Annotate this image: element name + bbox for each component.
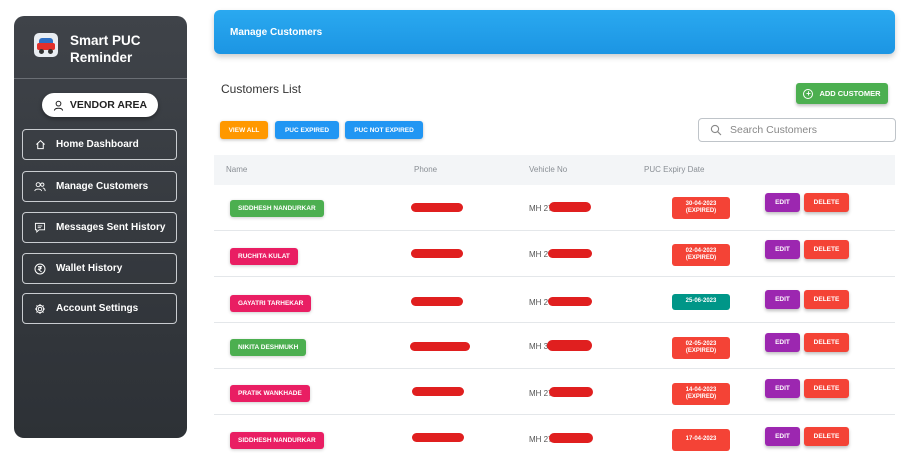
table-header: Name Phone Vehicle No PUC Expiry Date xyxy=(214,155,895,185)
sidebar-item-wallet-history[interactable]: Wallet History xyxy=(22,253,177,284)
delete-button[interactable]: DELETE xyxy=(804,193,849,212)
edit-button[interactable]: EDIT xyxy=(765,240,800,259)
brand[interactable]: Smart PUC Reminder xyxy=(14,16,187,78)
redacted-phone xyxy=(411,297,463,306)
sidebar-item-label: Home Dashboard xyxy=(56,139,139,150)
search-icon xyxy=(710,124,722,136)
page-title: Manage Customers xyxy=(230,27,323,38)
puc-expiry-badge: 25-06-2023 xyxy=(672,294,730,310)
redacted-phone xyxy=(411,203,463,212)
customer-name-badge[interactable]: NIKITA DESHMUKH xyxy=(230,339,307,356)
table-row: GAYATRI TARHEKAR MH 27 25-06-2023 EDIT D… xyxy=(214,277,895,323)
customers-list-title: Customers List xyxy=(221,82,302,96)
filter-view-all-button[interactable]: VIEW ALL xyxy=(220,121,268,139)
puc-expiry-badge: 17-04-2023 xyxy=(672,429,730,451)
customers-table: Name Phone Vehicle No PUC Expiry Date SI… xyxy=(214,155,895,451)
sidebar-item-label: Account Settings xyxy=(56,303,139,314)
table-row: NIKITA DESHMUKH MH 37 02-05-2023 (EXPIRE… xyxy=(214,323,895,369)
customer-name-badge[interactable]: SIDDHESH NANDURKAR xyxy=(230,432,324,449)
sidebar-item-label: Wallet History xyxy=(56,263,123,274)
table-row: RUCHITA KULAT MH 27 02-04-2023 (EXPIRED)… xyxy=(214,231,895,277)
customer-name-badge[interactable]: GAYATRI TARHEKAR xyxy=(230,295,312,312)
delete-button[interactable]: DELETE xyxy=(804,379,849,398)
users-icon xyxy=(34,181,46,193)
column-header-vehicle-no: Vehicle No xyxy=(529,165,568,174)
sidebar-item-messages-sent-history[interactable]: Messages Sent History xyxy=(22,212,177,243)
table-row: PRATIK WANKHADE MH 27 14-04-2023 (EXPIRE… xyxy=(214,369,895,415)
sidebar-item-label: Messages Sent History xyxy=(56,222,166,233)
customer-name-badge[interactable]: PRATIK WANKHADE xyxy=(230,385,310,402)
redacted-vehicle xyxy=(548,249,592,258)
rupee-icon xyxy=(34,263,46,275)
vendor-area-label: VENDOR AREA xyxy=(69,99,148,111)
user-icon xyxy=(53,100,64,111)
puc-expiry-badge: 30-04-2023 (EXPIRED) xyxy=(672,197,730,219)
brand-title-line2: Reminder xyxy=(70,50,133,65)
redacted-vehicle xyxy=(549,433,593,443)
brand-title-line1: Smart PUC xyxy=(70,33,141,48)
page-header: Manage Customers xyxy=(214,10,895,54)
redacted-vehicle xyxy=(548,297,592,306)
expiry-date: 14-04-2023 xyxy=(685,386,717,393)
expiry-status: (EXPIRED) xyxy=(685,348,717,354)
message-icon xyxy=(34,222,46,234)
delete-button[interactable]: DELETE xyxy=(804,290,849,309)
sidebar-item-account-settings[interactable]: Account Settings xyxy=(22,293,177,324)
expiry-date: 02-05-2023 xyxy=(685,340,717,347)
redacted-phone xyxy=(411,249,463,258)
expiry-status: (EXPIRED) xyxy=(685,394,717,400)
redacted-vehicle xyxy=(547,340,592,351)
edit-button[interactable]: EDIT xyxy=(765,379,800,398)
delete-button[interactable]: DELETE xyxy=(804,240,849,259)
redacted-phone xyxy=(412,387,464,396)
vendor-area-button[interactable]: VENDOR AREA xyxy=(42,93,158,117)
edit-button[interactable]: EDIT xyxy=(765,290,800,309)
search-box[interactable] xyxy=(698,118,896,142)
edit-button[interactable]: EDIT xyxy=(765,193,800,212)
plus-circle-icon: + xyxy=(803,88,814,99)
car-icon xyxy=(34,33,58,57)
filter-puc-not-expired-button[interactable]: PUC NOT EXPIRED xyxy=(345,121,423,139)
redacted-phone xyxy=(412,433,464,442)
expiry-date: 17-04-2023 xyxy=(685,436,717,443)
filter-puc-expired-button[interactable]: PUC EXPIRED xyxy=(275,121,339,139)
redacted-vehicle xyxy=(549,202,591,212)
home-icon xyxy=(34,139,46,151)
puc-expiry-badge: 14-04-2023 (EXPIRED) xyxy=(672,383,730,405)
edit-button[interactable]: EDIT xyxy=(765,333,800,352)
puc-expiry-badge: 02-05-2023 (EXPIRED) xyxy=(672,337,730,359)
table-row: SIDDHESH NANDURKAR MH 27 17-04-2023 EDIT… xyxy=(214,415,895,461)
expiry-date: 25-06-2023 xyxy=(685,298,717,305)
column-header-puc-expiry-date: PUC Expiry Date xyxy=(644,165,705,174)
gear-icon xyxy=(34,303,46,315)
sidebar: Smart PUC Reminder VENDOR AREA Home Dash… xyxy=(14,16,187,438)
search-input[interactable] xyxy=(730,124,880,136)
column-header-phone: Phone xyxy=(414,165,438,174)
redacted-phone xyxy=(410,342,470,351)
delete-button[interactable]: DELETE xyxy=(804,427,849,446)
brand-title: Smart PUC Reminder xyxy=(70,32,141,66)
expiry-date: 30-04-2023 xyxy=(685,200,717,207)
sidebar-item-label: Manage Customers xyxy=(56,181,149,192)
sidebar-divider xyxy=(14,78,187,79)
add-customer-label: ADD CUSTOMER xyxy=(819,89,881,98)
sidebar-item-home-dashboard[interactable]: Home Dashboard xyxy=(22,129,177,160)
table-row: SIDDHESH NANDURKAR MH 27 30-04-2023 (EXP… xyxy=(214,185,895,231)
expiry-status: (EXPIRED) xyxy=(685,208,717,214)
add-customer-button[interactable]: + ADD CUSTOMER xyxy=(796,83,888,104)
expiry-date: 02-04-2023 xyxy=(685,247,717,254)
delete-button[interactable]: DELETE xyxy=(804,333,849,352)
customer-name-badge[interactable]: SIDDHESH NANDURKAR xyxy=(230,200,324,217)
customer-name-badge[interactable]: RUCHITA KULAT xyxy=(230,248,298,265)
expiry-status: (EXPIRED) xyxy=(685,255,717,261)
edit-button[interactable]: EDIT xyxy=(765,427,800,446)
redacted-vehicle xyxy=(549,387,593,397)
sidebar-item-manage-customers[interactable]: Manage Customers xyxy=(22,171,177,202)
column-header-name: Name xyxy=(226,165,248,174)
puc-expiry-badge: 02-04-2023 (EXPIRED) xyxy=(672,244,730,266)
